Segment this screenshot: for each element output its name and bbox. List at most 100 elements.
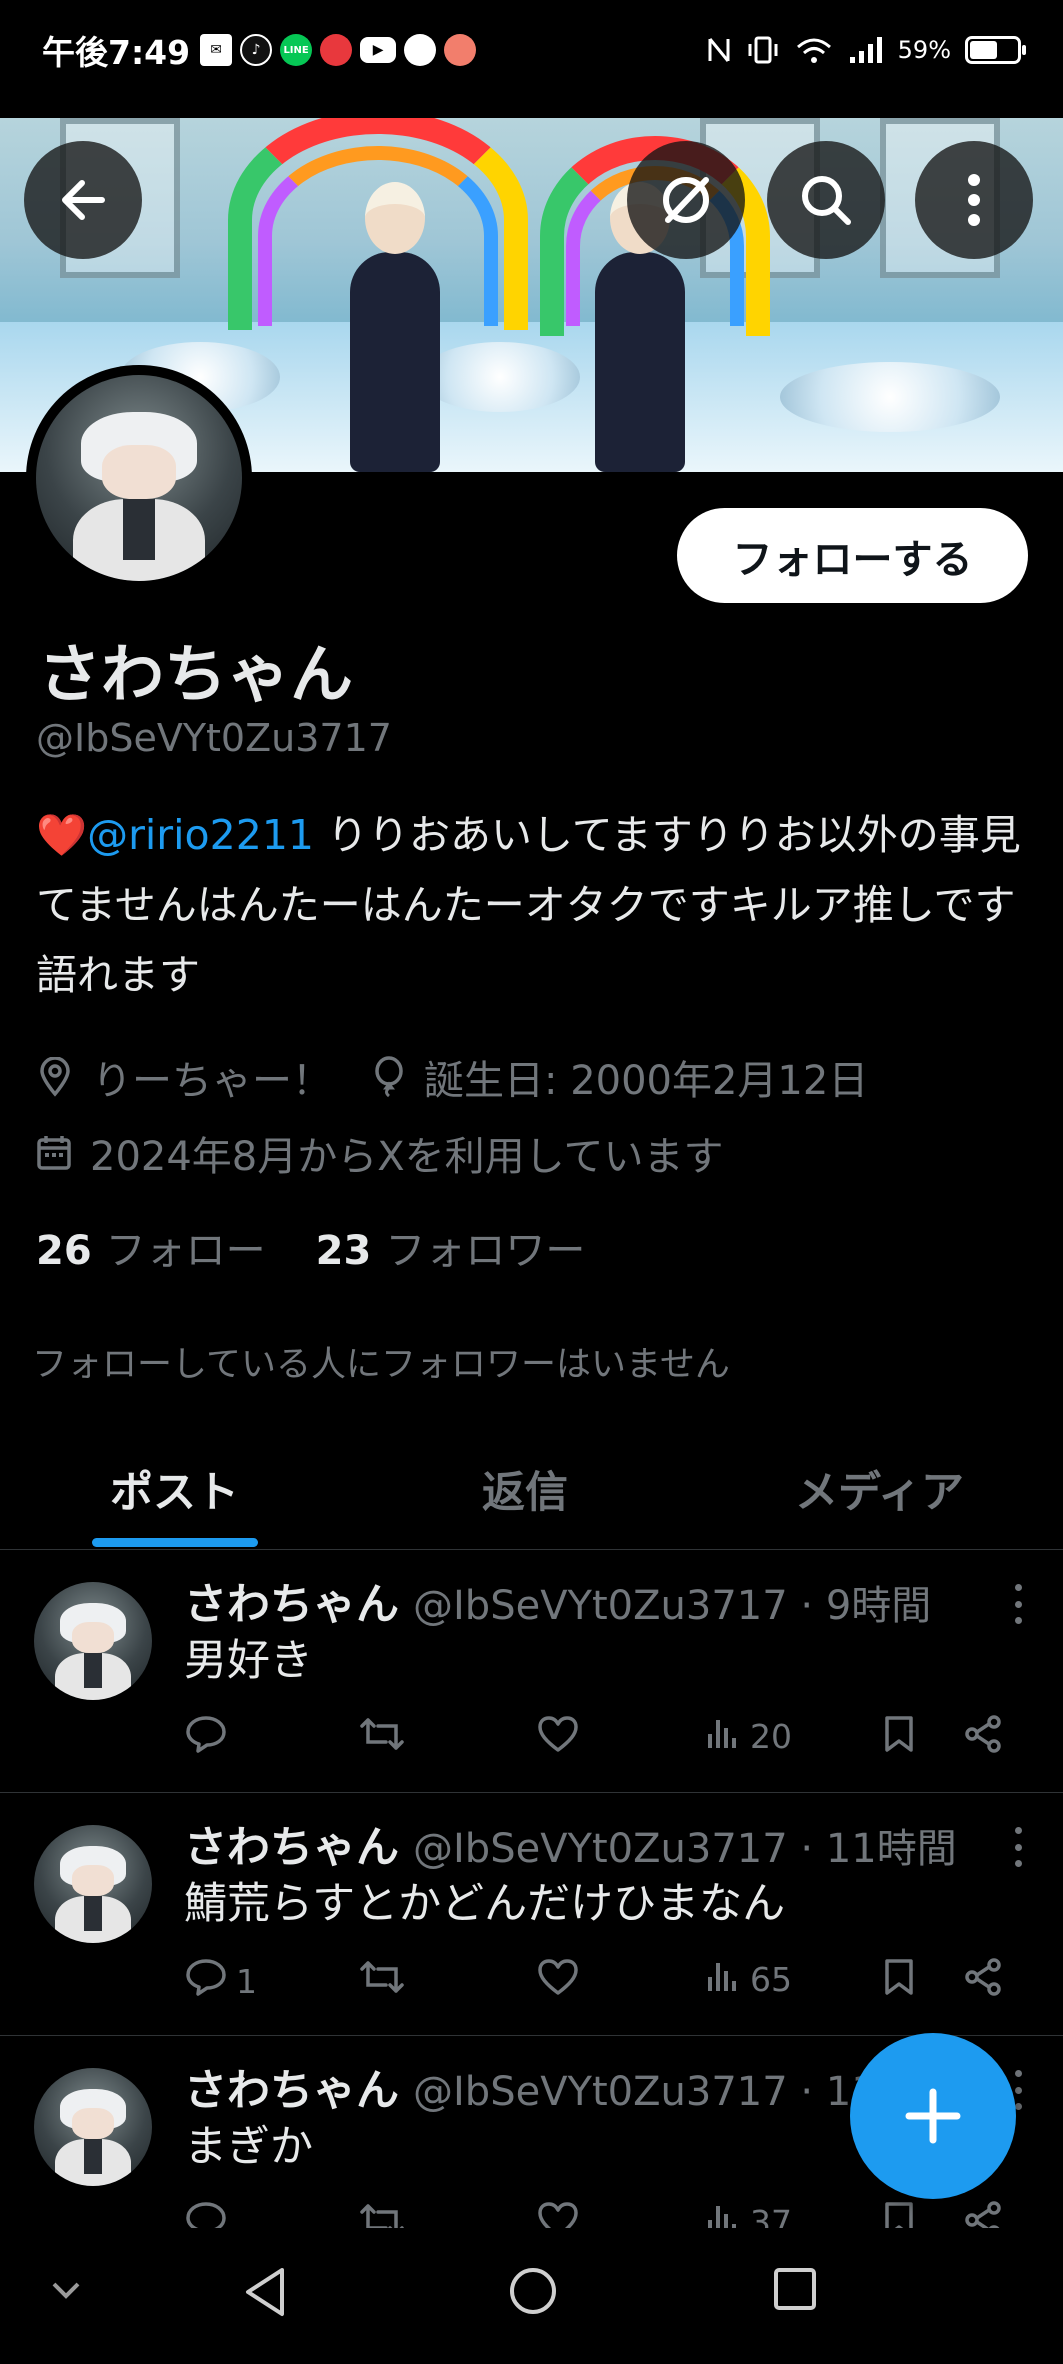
post-avatar[interactable]	[34, 1582, 152, 1700]
like-button[interactable]	[536, 1714, 580, 1762]
tiktok-icon: ♪	[240, 34, 273, 66]
app-icon	[320, 34, 353, 66]
location-pin-icon	[36, 1057, 74, 1097]
back-button[interactable]	[24, 141, 142, 259]
user-handle: @IbSeVYt0Zu3717	[36, 716, 392, 760]
post-more-button[interactable]	[1013, 1827, 1023, 1867]
avatar-image	[36, 375, 242, 581]
followers-link[interactable]: 23 フォロワー	[316, 1218, 586, 1276]
post[interactable]: さわちゃん @IbSeVYt0Zu3717 · 11時間 鯖荒らすとかどんだけひま…	[0, 1793, 1063, 2036]
app-icon	[444, 34, 477, 66]
repost-icon	[358, 1957, 406, 2005]
nav-collapse-button[interactable]	[48, 2278, 84, 2306]
square-recents-icon	[774, 2268, 816, 2310]
post-header: さわちゃん @IbSeVYt0Zu3717 · 9時間	[184, 1570, 931, 1632]
post-text: まぎか	[184, 2122, 313, 2172]
post-meta: @IbSeVYt0Zu3717 · 11	[413, 2069, 877, 2115]
more-vertical-icon	[968, 174, 980, 226]
tab-replies[interactable]: 返信	[482, 1458, 568, 1520]
signal-icon	[849, 37, 882, 63]
grok-icon	[663, 177, 709, 223]
post-more-button[interactable]	[1013, 1584, 1023, 1624]
bookmark-icon	[882, 1714, 916, 1762]
grok-button[interactable]	[627, 141, 745, 259]
post-author-name: さわちゃん	[184, 1823, 399, 1873]
heart-icon	[536, 1714, 580, 1762]
line-icon: LINE	[280, 34, 313, 66]
triangle-back-icon	[246, 2268, 284, 2316]
analytics-icon	[706, 1714, 742, 1758]
system-nav-bar	[0, 2228, 1063, 2364]
views-count: 20	[750, 1716, 792, 1756]
avatar-image	[34, 1582, 152, 1700]
location-row: りーちゃー！ 誕生日: 2000年2月12日	[36, 1048, 868, 1106]
nav-recents-button[interactable]	[772, 2266, 818, 2316]
following-link[interactable]: 26 フォロー	[36, 1218, 266, 1276]
joined-row: 2024年8月からXを利用しています	[36, 1124, 723, 1182]
like-button[interactable]	[536, 1957, 580, 2005]
post-avatar[interactable]	[34, 1825, 152, 1943]
post-text: 鯖荒らすとかどんだけひまなん	[184, 1879, 786, 1929]
nfc-icon	[708, 38, 730, 62]
post-header: さわちゃん @IbSeVYt0Zu3717 · 11	[184, 2056, 877, 2118]
reply-button[interactable]	[184, 1714, 236, 1762]
share-icon	[964, 1957, 1004, 2005]
followers-you-know: フォローしている人にフォロワーはいません	[32, 1345, 730, 1385]
tab-media[interactable]: メディア	[795, 1458, 964, 1520]
share-button[interactable]	[964, 1957, 1004, 2005]
profile-avatar[interactable]	[26, 365, 252, 591]
post[interactable]: さわちゃん @IbSeVYt0Zu3717 · 9時間 男好き 20	[0, 1550, 1063, 1793]
search-button[interactable]	[767, 141, 885, 259]
views-count: 65	[750, 1959, 792, 1999]
tab-posts[interactable]: ポスト	[110, 1458, 239, 1520]
post-meta: @IbSeVYt0Zu3717 · 9時間	[413, 1583, 932, 1629]
follow-button[interactable]: フォローする	[677, 508, 1028, 603]
repost-button[interactable]	[358, 1957, 406, 2005]
nav-back-button[interactable]	[242, 2266, 288, 2322]
banner-character	[350, 182, 440, 472]
reply-icon	[184, 1714, 228, 1762]
profile-bio: ❤️@ririo2211 りりおあいしてますりりお以外の事見てませんはんたーはん…	[36, 800, 1026, 1010]
views-button[interactable]: 65	[706, 1957, 792, 2001]
reply-icon	[184, 1957, 228, 2005]
bookmark-button[interactable]	[882, 1714, 916, 1762]
location-text: りーちゃー！	[92, 1058, 332, 1104]
followers-label: フォロワー	[385, 1228, 586, 1274]
status-bar: 午後7:49 ✉ ♪ LINE ▶ 59%	[0, 0, 1063, 100]
search-icon	[802, 176, 851, 225]
post-avatar[interactable]	[34, 2068, 152, 2186]
avatar-image	[34, 1825, 152, 1943]
banner-character	[595, 182, 685, 472]
battery-level	[970, 41, 998, 59]
home-circle-icon	[510, 2268, 556, 2314]
joined-text: 2024年8月からXを利用しています	[90, 1134, 724, 1180]
status-indicators: 59%	[706, 35, 1026, 65]
share-button[interactable]	[964, 1714, 1004, 1762]
repost-button[interactable]	[358, 1714, 406, 1762]
more-button[interactable]	[915, 141, 1033, 259]
back-arrow-icon	[62, 180, 105, 220]
plus-icon	[905, 2088, 961, 2144]
compose-button[interactable]	[850, 2033, 1016, 2199]
analytics-icon	[706, 1957, 742, 2001]
following-count: 26	[36, 1228, 92, 1274]
wifi-icon	[796, 38, 831, 63]
active-tab-indicator	[92, 1538, 258, 1547]
reply-button[interactable]: 1	[184, 1957, 257, 2005]
post-author-name: さわちゃん	[184, 1580, 399, 1630]
battery-icon	[965, 36, 1026, 64]
circle-icon	[404, 34, 437, 66]
profile-page: 午後7:49 ✉ ♪ LINE ▶ 59% フォローする さわちゃん @IbSe…	[0, 0, 1063, 2364]
nav-home-button[interactable]	[508, 2266, 558, 2320]
battery-percent: 59%	[897, 36, 951, 64]
bookmark-button[interactable]	[882, 1957, 916, 2005]
mail-icon: ✉	[200, 34, 233, 66]
followers-count: 23	[315, 1228, 372, 1274]
calendar-icon	[36, 1134, 72, 1172]
heart-icon	[536, 1957, 580, 2005]
banner-flowers	[780, 362, 1000, 432]
bio-mention-link[interactable]: @ririo2211	[87, 811, 314, 859]
views-button[interactable]: 20	[706, 1714, 792, 1758]
profile-tabs: ポスト 返信 メディア	[0, 1428, 1063, 1550]
post-text: 男好き	[184, 1636, 313, 1686]
